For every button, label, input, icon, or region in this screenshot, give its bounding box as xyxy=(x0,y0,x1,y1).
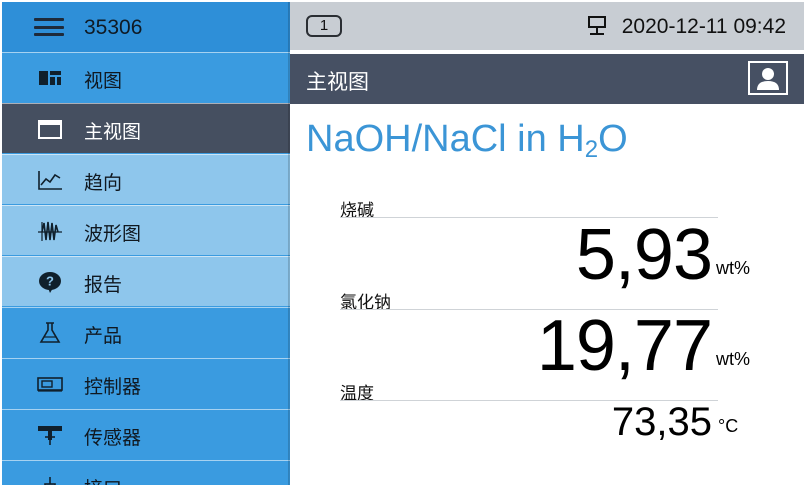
measurement-unit: °C xyxy=(718,416,739,436)
sample-name: NaOH/NaCl in H2O xyxy=(306,118,628,163)
sidebar-item-label: 趋向 xyxy=(84,172,123,194)
sidebar-menu: 35306 视图 主视图 趋向 波形图 ? 报告 产品 控制器 传感器 xyxy=(2,2,290,485)
datetime: 2020-12-11 09:42 xyxy=(621,15,786,38)
sidebar-item-label: 主视图 xyxy=(84,121,142,143)
main-view: NaOH/NaCl in H2O 烧碱 5,93 wt% 氯化钠 19,77 w… xyxy=(290,104,804,485)
waveform-icon xyxy=(38,221,62,241)
sidebar-item-sensor[interactable]: 传感器 xyxy=(2,409,290,459)
measurement-value: 73,35 xyxy=(611,400,712,444)
sensor-icon xyxy=(38,426,62,445)
app-window: 35306 视图 主视图 趋向 波形图 ? 报告 产品 控制器 传感器 1 20… xyxy=(0,0,806,487)
sidebar-item-label: 控制器 xyxy=(84,376,142,398)
svg-text:?: ? xyxy=(46,274,54,289)
sidebar-item-main-view[interactable]: 主视图 xyxy=(2,103,290,153)
measurement-unit: wt% xyxy=(716,349,751,369)
view-title-bar: 主视图 xyxy=(290,54,804,104)
sidebar-item-controller[interactable]: 控制器 xyxy=(2,358,290,408)
screen-number-badge[interactable]: 1 xyxy=(306,15,342,37)
sidebar-item-label: 视图 xyxy=(84,70,123,92)
measurement-unit: wt% xyxy=(716,258,751,278)
flask-icon xyxy=(39,322,61,343)
sidebar-item-trend[interactable]: 趋向 xyxy=(2,154,290,204)
dashboard-view-icon xyxy=(39,71,61,85)
user-button[interactable] xyxy=(748,61,788,95)
interface-icon xyxy=(44,477,56,485)
sidebar-item-report[interactable]: ? 报告 xyxy=(2,256,290,306)
controller-icon xyxy=(37,377,63,392)
sidebar-header: 35306 xyxy=(2,2,290,52)
sidebar-item-label: 产品 xyxy=(84,325,123,347)
network-icon xyxy=(588,16,606,35)
page-title: 主视图 xyxy=(306,70,369,94)
status-bar: 1 2020-12-11 09:42 xyxy=(290,2,804,50)
sidebar-item-views[interactable]: 视图 xyxy=(2,52,290,102)
sidebar-item-waveform[interactable]: 波形图 xyxy=(2,205,290,255)
window-icon xyxy=(38,120,62,139)
sidebar-item-label: 报告 xyxy=(84,274,123,296)
device-id: 35306 xyxy=(84,16,143,39)
measurement-value: 19,77 xyxy=(536,306,713,386)
sidebar-item-label: 波形图 xyxy=(84,223,142,245)
user-icon xyxy=(757,68,779,90)
sidebar-item-label: 接口 xyxy=(84,474,122,485)
measurement-value: 5,93 xyxy=(575,215,713,295)
sidebar-item-label: 传感器 xyxy=(84,427,142,449)
sidebar-item-interface[interactable]: 接口 xyxy=(2,460,290,485)
hamburger-menu-icon[interactable] xyxy=(34,18,64,36)
question-bubble-icon: ? xyxy=(39,272,61,293)
trend-chart-icon xyxy=(38,171,62,190)
sidebar-item-product[interactable]: 产品 xyxy=(2,307,290,357)
